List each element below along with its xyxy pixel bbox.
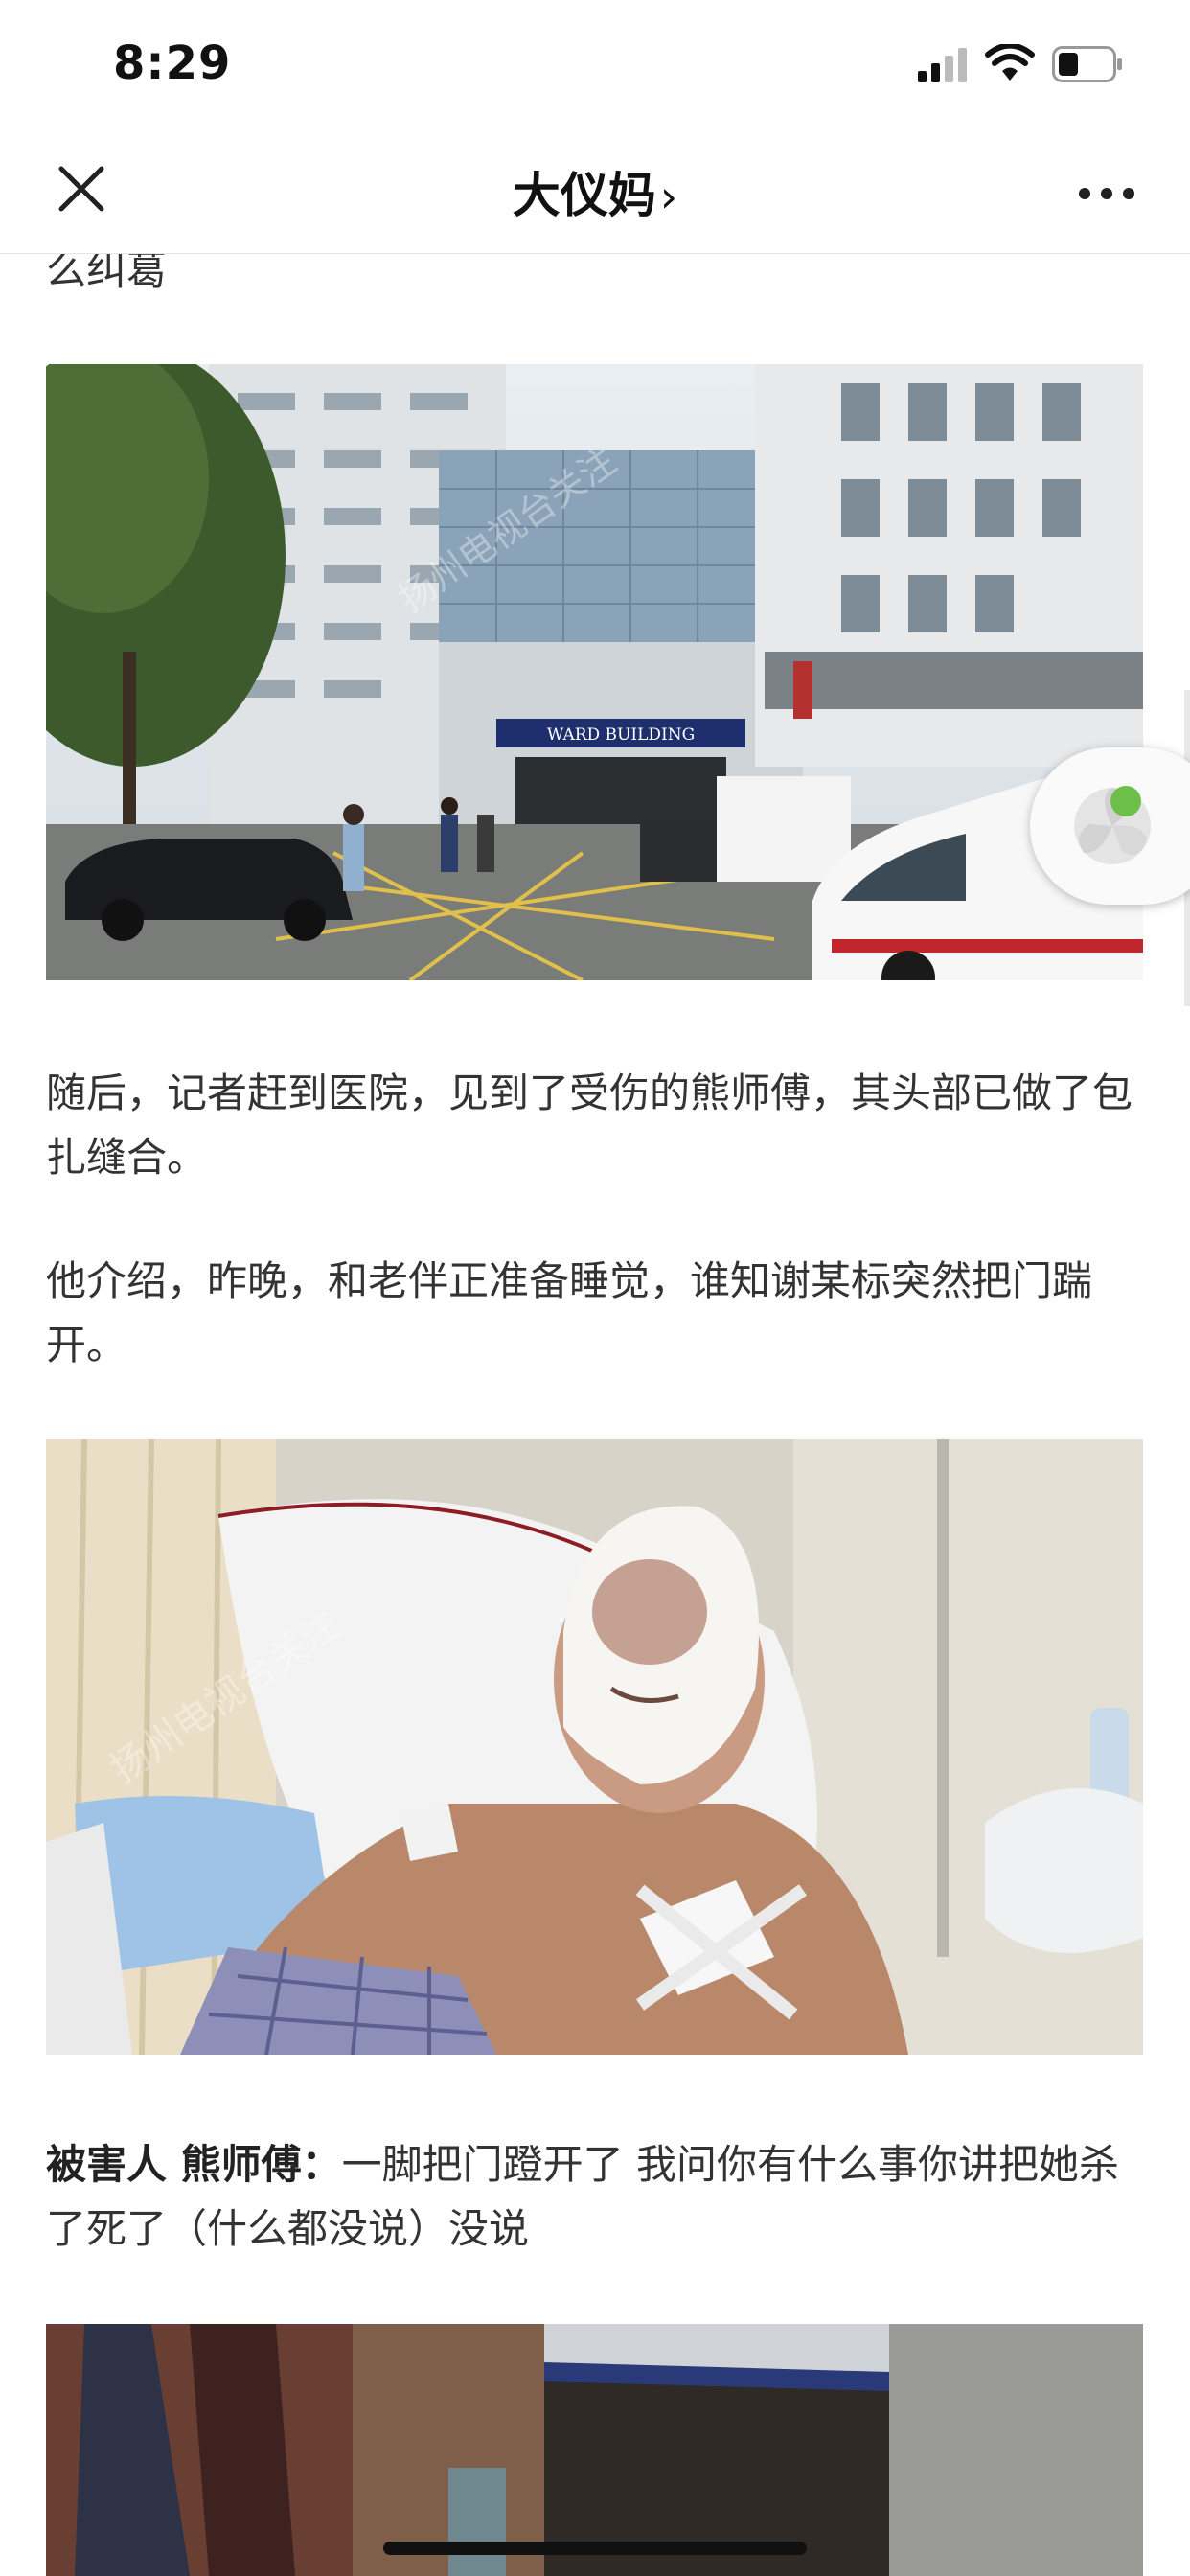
patient-photo[interactable]: 扬州电视台关注 — [46, 1439, 1143, 2055]
nav-bar: 大仪妈› — [0, 125, 1190, 254]
floating-player-icon — [1074, 786, 1151, 864]
battery-icon — [1052, 46, 1122, 82]
page-title[interactable]: 大仪妈› — [0, 157, 1190, 226]
paragraph-2: 他介绍，昨晚，和老伴正准备睡觉，谁知谢某标突然把门踹开。 — [46, 1257, 1093, 1368]
status-time: 8:29 — [113, 36, 232, 90]
status-bar: 8:29 — [0, 0, 1190, 125]
hospital-photo[interactable]: WARD BUILDING 扬州电视台关注 — [46, 364, 1143, 980]
chevron-right-icon: › — [659, 171, 678, 222]
wifi-icon — [985, 44, 1035, 80]
paragraph-3: 被害人 熊师傅：一脚把门蹬开了 我问你有什么事你讲把她杀了死了（什么都没说）没说 — [46, 2132, 1148, 2261]
account-name: 大仪妈 — [512, 168, 656, 223]
floating-player-button[interactable] — [1030, 748, 1190, 905]
paragraph-1: 随后，记者赶到医院，见到了受伤的熊师傅，其头部已做了包扎缝合。 — [46, 1070, 1133, 1181]
home-indicator[interactable] — [383, 2542, 807, 2555]
speaker-label: 被害人 熊师傅： — [46, 2141, 342, 2188]
more-icon[interactable] — [1077, 186, 1136, 201]
doorway-photo[interactable] — [46, 2324, 1143, 2576]
ward-building-sign: WARD BUILDING — [547, 725, 695, 745]
signal-icon — [918, 48, 967, 82]
